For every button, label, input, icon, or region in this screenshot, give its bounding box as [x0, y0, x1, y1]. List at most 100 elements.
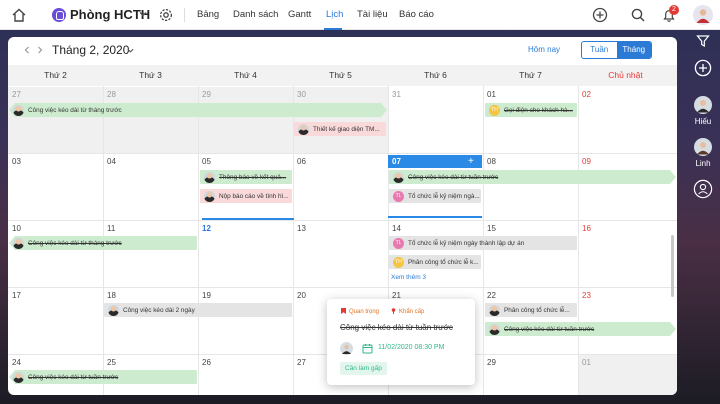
- day-number[interactable]: 18: [107, 291, 116, 300]
- calendar-event[interactable]: TL Tổ chức lễ kỷ niệm ngày thành lập dự á…: [389, 236, 577, 250]
- day-number[interactable]: 09: [582, 157, 591, 166]
- day-number[interactable]: 27: [297, 358, 306, 367]
- month-title[interactable]: Tháng 2, 2020: [52, 43, 129, 57]
- assignee-avatar: TH: [393, 256, 404, 268]
- scrollbar[interactable]: [671, 235, 674, 297]
- week-view-button[interactable]: Tuần: [582, 42, 617, 58]
- day-number[interactable]: 02: [582, 90, 591, 99]
- calendar-event[interactable]: Phân công tổ chức lễ...: [485, 303, 577, 317]
- add-event-icon[interactable]: +: [468, 157, 474, 167]
- tab-board[interactable]: Bảng: [197, 9, 219, 20]
- calendar-event[interactable]: Công việc kéo dài từ tuần trước: [389, 170, 676, 184]
- month-view-button[interactable]: Tháng: [616, 42, 651, 58]
- filter-icon[interactable]: [696, 34, 710, 48]
- day-number[interactable]: 06: [297, 157, 306, 166]
- bookmark-icon: [341, 308, 346, 314]
- day-number[interactable]: 19: [202, 291, 211, 300]
- chevron-down-icon[interactable]: [126, 46, 135, 55]
- tag-urgent: Khẩn cấp: [391, 308, 424, 315]
- calendar-event[interactable]: Công việc kéo dài từ tháng trước: [9, 236, 197, 250]
- calendar-event[interactable]: Công việc kéo dài từ tháng trước: [9, 103, 387, 117]
- today-day-number[interactable]: 07: [392, 157, 401, 166]
- add-circle-icon[interactable]: [592, 7, 608, 23]
- calendar-event[interactable]: Công việc kéo dài từ tuần trước: [485, 322, 676, 336]
- day-number[interactable]: 08: [487, 157, 496, 166]
- calendar-event[interactable]: Nộp báo cáo về tình hì...: [200, 189, 292, 203]
- day-number[interactable]: 26: [202, 358, 211, 367]
- today-button[interactable]: Hôm nay: [528, 45, 560, 54]
- day-number[interactable]: 22: [487, 291, 496, 300]
- chevron-down-icon[interactable]: [138, 9, 148, 19]
- user-avatar[interactable]: [693, 5, 713, 25]
- weekday-label: Chủ nhật: [608, 70, 643, 80]
- sidebar-user-name: Hiếu: [694, 117, 712, 126]
- day-number[interactable]: 11: [107, 224, 115, 233]
- tab-calendar[interactable]: Lịch: [326, 9, 343, 20]
- day-number[interactable]: 16: [582, 224, 591, 233]
- chevron-left-icon[interactable]: [22, 45, 32, 55]
- day-number[interactable]: 30: [297, 90, 306, 99]
- event-popup[interactable]: Quan trọng Khẩn cấp Công việc kéo dài từ…: [327, 299, 475, 385]
- calendar-event[interactable]: Công việc kéo dài từ tuần trước: [9, 370, 197, 384]
- day-number[interactable]: 28: [107, 90, 116, 99]
- user-circle-icon[interactable]: [693, 179, 713, 199]
- top-bar: Phòng HCTH Bảng Danh sách Gantt Lịch Tài…: [0, 0, 720, 30]
- tab-list[interactable]: Danh sách: [233, 9, 278, 20]
- show-more-link[interactable]: Xem thêm 3: [391, 274, 426, 281]
- day-number[interactable]: 03: [12, 157, 21, 166]
- assignee-avatar: [204, 190, 215, 202]
- assignee-avatar: [340, 342, 353, 355]
- calendar-event[interactable]: TH Gọi điện cho khách hà...: [485, 103, 577, 117]
- calendar-event[interactable]: Công việc kéo dài 2 ngày: [104, 303, 292, 317]
- view-toggle: Tuần Tháng: [581, 41, 652, 59]
- tab-documents[interactable]: Tài liệu: [357, 9, 388, 20]
- notification-badge: 2: [669, 5, 679, 15]
- sidebar-user-avatar[interactable]: [694, 138, 712, 156]
- popup-title: Công việc kéo dài từ tuần trước: [340, 323, 453, 332]
- next-month-cell: [578, 354, 677, 395]
- assignee-avatar: [489, 304, 500, 316]
- day-number[interactable]: 14: [392, 224, 401, 233]
- grid-line: [8, 287, 677, 288]
- assignee-avatar: TL: [393, 237, 404, 249]
- day-number[interactable]: 20: [297, 291, 306, 300]
- calendar-event[interactable]: Thiết kế giao diện TM...: [294, 122, 386, 136]
- day-number[interactable]: 25: [107, 358, 116, 367]
- assignee-avatar: [13, 371, 24, 383]
- pin-icon: [391, 308, 396, 314]
- day-number[interactable]: 15: [487, 224, 496, 233]
- day-number[interactable]: 13: [297, 224, 306, 233]
- day-number[interactable]: 04: [107, 157, 116, 166]
- calendar-event[interactable]: TL Tổ chức lễ kỷ niệm ngà...: [389, 189, 481, 203]
- day-number[interactable]: 24: [12, 358, 21, 367]
- day-number[interactable]: 10: [12, 224, 21, 233]
- assignee-avatar: [298, 123, 309, 135]
- tab-reports[interactable]: Báo cáo: [399, 9, 434, 20]
- sidebar-user-avatar[interactable]: [694, 96, 712, 114]
- grid-line: [8, 220, 677, 221]
- day-number[interactable]: 12: [202, 224, 211, 233]
- calendar-event[interactable]: Thông báo về kết quả...: [200, 170, 292, 184]
- gear-icon[interactable]: [158, 7, 174, 23]
- urgent-label-button[interactable]: Cần làm gấp: [340, 362, 387, 375]
- chevron-right-icon[interactable]: [35, 45, 45, 55]
- day-number[interactable]: 27: [12, 90, 21, 99]
- assignee-avatar: TH: [489, 104, 500, 116]
- day-number[interactable]: 01: [487, 90, 496, 99]
- day-number[interactable]: 31: [392, 90, 401, 99]
- assignee-avatar: [489, 324, 500, 335]
- day-number[interactable]: 05: [202, 157, 211, 166]
- calendar-event[interactable]: TH Phân công tổ chức lễ k...: [389, 255, 481, 269]
- weekday-label: Thứ 7: [519, 70, 542, 80]
- day-number[interactable]: 17: [12, 291, 21, 300]
- day-number[interactable]: 29: [487, 358, 496, 367]
- weekday-header: Thứ 2 Thứ 3 Thứ 4 Thứ 5 Thứ 6 Thứ 7 Chủ …: [8, 65, 677, 86]
- day-number[interactable]: 29: [202, 90, 211, 99]
- day-number[interactable]: 23: [582, 291, 591, 300]
- day-number[interactable]: 01: [582, 358, 591, 367]
- home-icon[interactable]: [11, 7, 27, 23]
- weekday-label: Thứ 4: [234, 70, 257, 80]
- add-member-icon[interactable]: [694, 59, 712, 77]
- search-icon[interactable]: [630, 7, 646, 23]
- tab-gantt[interactable]: Gantt: [288, 9, 311, 20]
